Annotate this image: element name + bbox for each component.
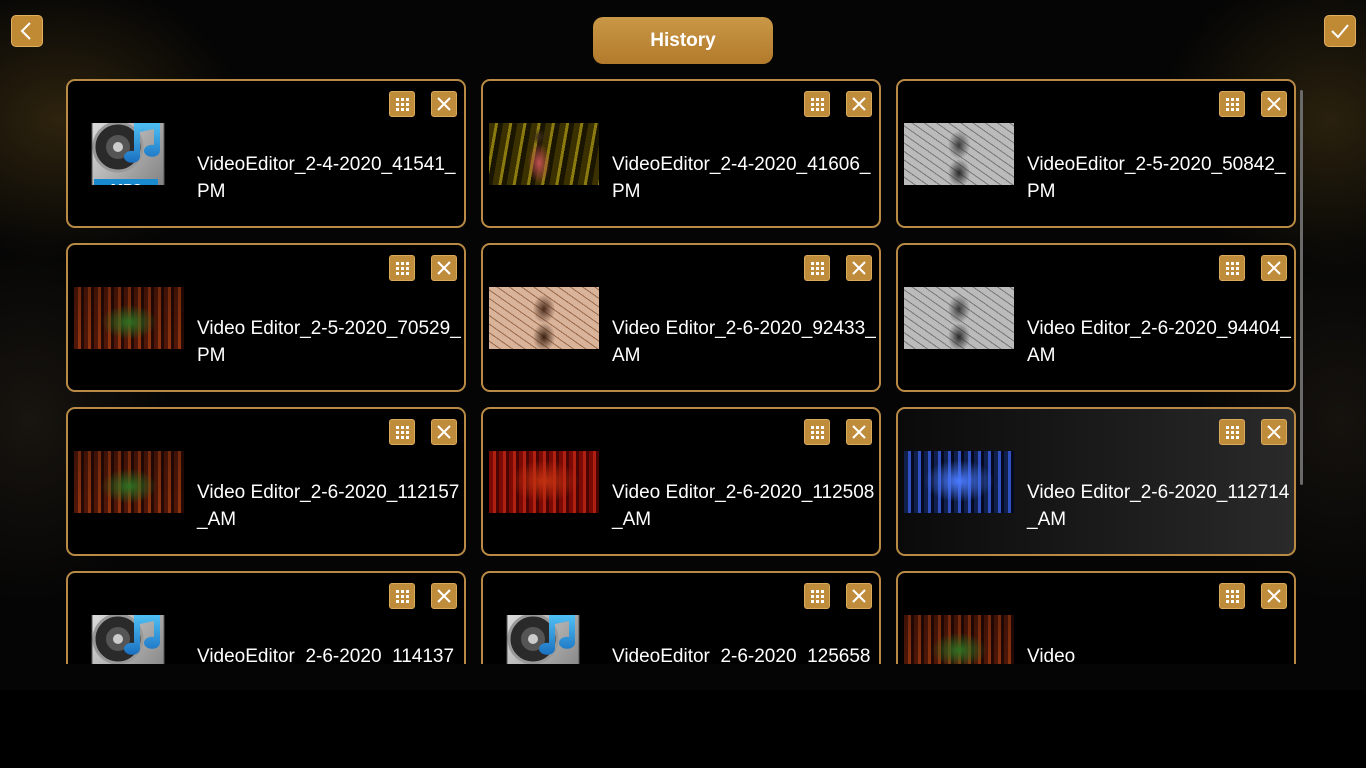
item-delete-button[interactable]	[431, 255, 457, 281]
close-icon	[437, 589, 451, 603]
close-icon	[852, 261, 866, 275]
close-icon	[437, 97, 451, 111]
item-delete-button[interactable]	[1261, 419, 1287, 445]
item-thumbnail	[904, 451, 1014, 513]
item-menu-button[interactable]	[1219, 91, 1245, 117]
item-delete-button[interactable]	[846, 91, 872, 117]
item-name: VideoEditor_2-6-2020_114137	[197, 646, 455, 664]
item-thumbnail	[904, 123, 1014, 185]
item-thumbnail: MP3	[74, 123, 184, 185]
bottom-bar	[0, 690, 1366, 768]
item-thumbnail: MP3	[489, 615, 599, 664]
item-name: Video Editor_2-6-2020_94404_AM	[1027, 318, 1291, 366]
grid-dots-icon	[396, 426, 409, 439]
item-menu-button[interactable]	[1219, 583, 1245, 609]
grid-dots-icon	[396, 262, 409, 275]
item-delete-button[interactable]	[431, 419, 457, 445]
item-delete-button[interactable]	[1261, 583, 1287, 609]
item-menu-button[interactable]	[804, 419, 830, 445]
history-item[interactable]: Video Editor_2-6-2020_112508_AM	[481, 407, 881, 556]
back-button[interactable]	[11, 15, 43, 47]
chevron-left-icon	[20, 22, 31, 40]
grid-dots-icon	[811, 262, 824, 275]
item-delete-button[interactable]	[431, 583, 457, 609]
history-item[interactable]: Video Editor_2-6-2020_112714_AM	[896, 407, 1296, 556]
history-item[interactable]: MP3 VideoEditor_2-6-2020_125658	[481, 571, 881, 664]
grid-dots-icon	[396, 98, 409, 111]
item-thumbnail	[904, 615, 1014, 664]
history-item[interactable]: MP3 VideoEditor_2-6-2020_114137	[66, 571, 466, 664]
close-icon	[437, 425, 451, 439]
mp3-file-icon: MP3	[91, 615, 165, 664]
item-thumbnail	[904, 287, 1014, 349]
history-item[interactable]: Video	[896, 571, 1296, 664]
item-delete-button[interactable]	[846, 255, 872, 281]
close-icon	[1267, 589, 1281, 603]
item-delete-button[interactable]	[846, 583, 872, 609]
item-delete-button[interactable]	[1261, 255, 1287, 281]
checkmark-icon	[1331, 24, 1349, 39]
grid-dots-icon	[811, 426, 824, 439]
item-menu-button[interactable]	[389, 419, 415, 445]
history-item[interactable]: VideoEditor_2-4-2020_41606_PM	[481, 79, 881, 228]
item-name: VideoEditor_2-4-2020_41606_PM	[612, 154, 871, 202]
grid-dots-icon	[811, 98, 824, 111]
item-menu-button[interactable]	[804, 91, 830, 117]
item-name: Video Editor_2-5-2020_70529_PM	[197, 318, 461, 366]
item-menu-button[interactable]	[389, 255, 415, 281]
history-grid: MP3 VideoEditor_2-4-2020_41541_PM VideoEdi…	[66, 79, 1296, 664]
history-item[interactable]: Video Editor_2-6-2020_112157_AM	[66, 407, 466, 556]
item-thumbnail: MP3	[74, 615, 184, 664]
item-delete-button[interactable]	[431, 91, 457, 117]
history-item[interactable]: Video Editor_2-6-2020_94404_AM	[896, 243, 1296, 392]
item-delete-button[interactable]	[1261, 91, 1287, 117]
item-name: VideoEditor_2-6-2020_125658	[612, 646, 871, 664]
item-thumbnail	[489, 451, 599, 513]
item-name: VideoEditor_2-4-2020_41541_PM	[197, 154, 456, 202]
close-icon	[852, 589, 866, 603]
item-menu-button[interactable]	[804, 583, 830, 609]
close-icon	[1267, 261, 1281, 275]
page-title: History	[593, 17, 773, 64]
history-item[interactable]: MP3 VideoEditor_2-4-2020_41541_PM	[66, 79, 466, 228]
item-name: Video	[1027, 646, 1076, 664]
grid-dots-icon	[811, 590, 824, 603]
item-menu-button[interactable]	[804, 255, 830, 281]
svg-text:MP3: MP3	[111, 181, 142, 185]
close-icon	[437, 261, 451, 275]
item-name: VideoEditor_2-5-2020_50842_PM	[1027, 154, 1286, 202]
item-menu-button[interactable]	[389, 91, 415, 117]
grid-dots-icon	[396, 590, 409, 603]
close-icon	[1267, 97, 1281, 111]
history-item[interactable]: VideoEditor_2-5-2020_50842_PM	[896, 79, 1296, 228]
close-icon	[1267, 425, 1281, 439]
history-item[interactable]: Video Editor_2-6-2020_92433_AM	[481, 243, 881, 392]
scrollbar[interactable]	[1300, 90, 1303, 485]
mp3-file-icon: MP3	[506, 615, 580, 664]
item-name: Video Editor_2-6-2020_92433_AM	[612, 318, 876, 366]
grid-dots-icon	[1226, 262, 1239, 275]
item-menu-button[interactable]	[389, 583, 415, 609]
item-delete-button[interactable]	[846, 419, 872, 445]
item-name: Video Editor_2-6-2020_112157_AM	[197, 482, 460, 530]
item-thumbnail	[74, 287, 184, 349]
item-name: Video Editor_2-6-2020_112714_AM	[1027, 482, 1290, 530]
item-thumbnail	[489, 123, 599, 185]
close-icon	[852, 97, 866, 111]
item-thumbnail	[489, 287, 599, 349]
mp3-file-icon: MP3	[91, 123, 165, 185]
item-menu-button[interactable]	[1219, 419, 1245, 445]
item-menu-button[interactable]	[1219, 255, 1245, 281]
item-name: Video Editor_2-6-2020_112508_AM	[612, 482, 875, 530]
done-button[interactable]	[1324, 15, 1356, 47]
grid-dots-icon	[1226, 426, 1239, 439]
grid-dots-icon	[1226, 98, 1239, 111]
history-list[interactable]: MP3 VideoEditor_2-4-2020_41541_PM VideoEdi…	[0, 74, 1366, 664]
close-icon	[852, 425, 866, 439]
history-item[interactable]: Video Editor_2-5-2020_70529_PM	[66, 243, 466, 392]
item-thumbnail	[74, 451, 184, 513]
grid-dots-icon	[1226, 590, 1239, 603]
